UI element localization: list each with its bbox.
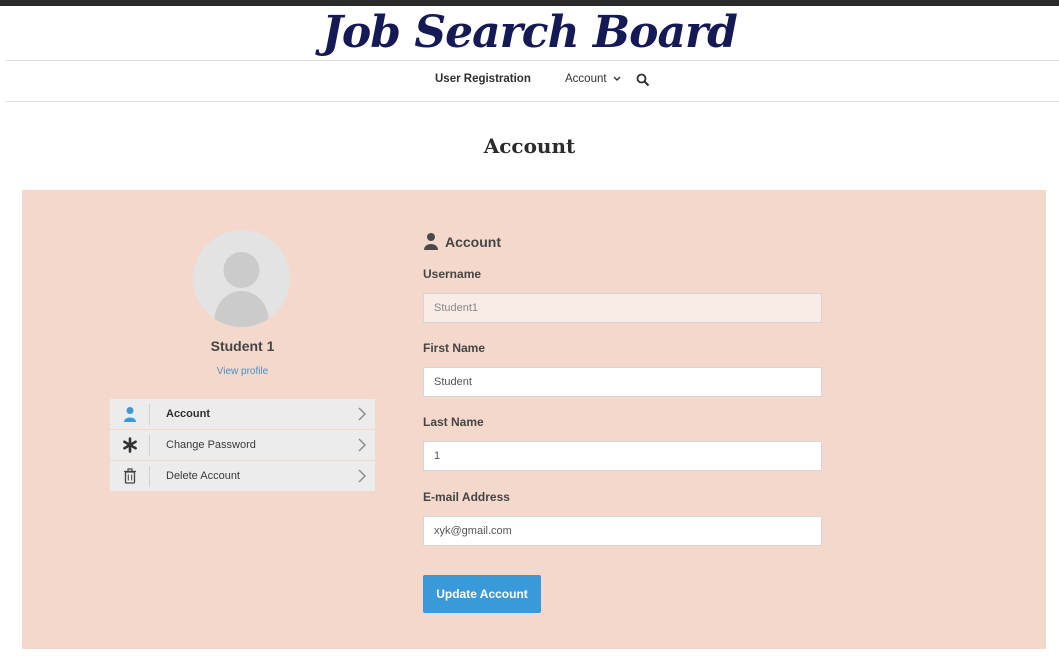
nav-divider xyxy=(6,101,1059,102)
first-name-field[interactable] xyxy=(423,367,822,397)
asterisk-icon xyxy=(123,437,137,453)
default-avatar-icon xyxy=(214,252,269,327)
chevron-right-icon xyxy=(358,469,366,483)
chevron-right-icon xyxy=(358,438,366,452)
email-label: E-mail Address xyxy=(423,490,510,504)
update-account-button[interactable]: Update Account xyxy=(423,575,541,613)
menu-separator xyxy=(149,435,150,456)
chevron-down-icon xyxy=(613,76,621,81)
last-name-label: Last Name xyxy=(423,415,484,429)
nav-user-registration[interactable]: User Registration xyxy=(435,73,531,85)
page-title: Account xyxy=(483,134,576,158)
email-field[interactable] xyxy=(423,516,822,546)
nav-account-label: Account xyxy=(565,73,607,85)
menu-item-label: Account xyxy=(166,408,210,420)
first-name-label: First Name xyxy=(423,341,486,355)
menu-item-label: Delete Account xyxy=(166,470,240,482)
menu-item-change-password[interactable]: Change Password xyxy=(110,430,375,461)
account-menu: Account Change Password Delete Account xyxy=(110,399,375,492)
profile-name: Student 1 xyxy=(210,338,275,354)
menu-item-account[interactable]: Account xyxy=(110,399,375,430)
trash-icon xyxy=(124,468,136,484)
last-name-field[interactable] xyxy=(423,441,822,471)
form-heading: Account xyxy=(423,232,501,250)
username-field[interactable] xyxy=(423,293,822,323)
view-profile-link[interactable]: View profile xyxy=(110,366,375,377)
menu-separator xyxy=(149,404,150,425)
avatar xyxy=(193,230,290,327)
main-nav: User Registration Account xyxy=(0,61,1059,101)
chevron-right-icon xyxy=(358,407,366,421)
user-icon xyxy=(424,233,438,250)
search-icon[interactable] xyxy=(636,73,650,87)
user-icon xyxy=(124,407,136,422)
username-label: Username xyxy=(423,267,482,281)
nav-account[interactable]: Account xyxy=(565,73,621,85)
menu-item-label: Change Password xyxy=(166,439,256,451)
menu-item-delete-account[interactable]: Delete Account xyxy=(110,461,375,492)
menu-separator xyxy=(149,466,150,487)
form-heading-label: Account xyxy=(445,234,501,250)
site-title[interactable]: Job Search Board xyxy=(0,6,1059,60)
